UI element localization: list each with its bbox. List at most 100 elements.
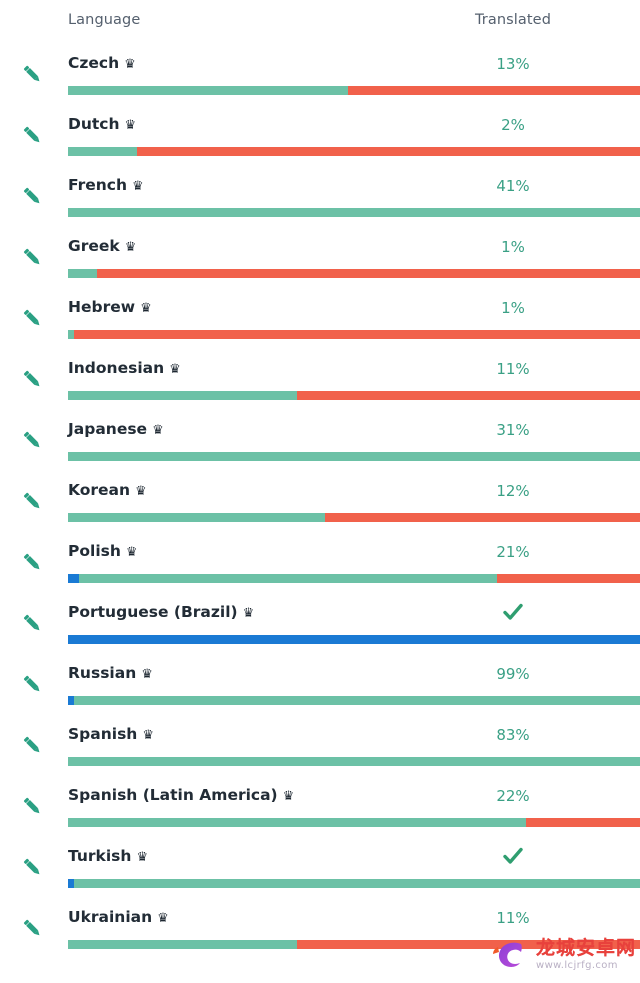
translated-percent: 11% <box>496 360 530 378</box>
language-label: Greek <box>68 237 120 255</box>
edit-button[interactable] <box>12 420 52 460</box>
edit-button[interactable] <box>12 542 52 582</box>
table-row: Korean ♛ 12% <box>0 471 640 532</box>
crown-icon: ♛ <box>242 605 255 621</box>
complete-status <box>412 599 614 629</box>
column-header-language: Language <box>68 12 141 28</box>
progress-segment-untranslated <box>348 86 640 95</box>
edit-button[interactable] <box>12 664 52 704</box>
crown-icon: ♛ <box>124 117 137 133</box>
progress-bar <box>68 757 640 766</box>
progress-bar <box>68 208 640 217</box>
progress-segment-untranslated <box>496 574 640 583</box>
progress-bar <box>68 513 640 522</box>
table-row: Spanish ♛ 83% <box>0 715 640 776</box>
table-row: Russian ♛ 99% <box>0 654 640 715</box>
language-name: Korean ♛ <box>68 481 147 499</box>
crown-icon: ♛ <box>282 788 295 804</box>
translated-percent: 12% <box>496 482 530 500</box>
language-name: Russian ♛ <box>68 664 153 682</box>
complete-status <box>412 843 614 873</box>
table-row: Indonesian ♛ 11% <box>0 349 640 410</box>
table-row: French ♛ 41% <box>0 166 640 227</box>
edit-button[interactable] <box>12 298 52 338</box>
progress-segment-translated <box>73 879 640 888</box>
check-icon <box>503 603 523 620</box>
pencil-icon <box>23 431 40 448</box>
translated-percent: 13% <box>496 55 530 73</box>
progress-bar <box>68 269 640 278</box>
table-row: Japanese ♛ 31% <box>0 410 640 471</box>
translated-percent: 2% <box>501 116 525 134</box>
progress-segment-translated <box>68 513 326 522</box>
edit-button[interactable] <box>12 603 52 643</box>
edit-button[interactable] <box>12 115 52 155</box>
language-name: Polish ♛ <box>68 542 138 560</box>
pencil-icon <box>23 126 40 143</box>
edit-button[interactable] <box>12 54 52 94</box>
pencil-icon <box>23 492 40 509</box>
progress-segment-untranslated <box>73 330 640 339</box>
progress-segment-untranslated <box>325 513 640 522</box>
table-header-row: Language Translated <box>0 0 640 44</box>
pencil-icon <box>23 187 40 204</box>
edit-button[interactable] <box>12 359 52 399</box>
edit-button[interactable] <box>12 908 52 948</box>
progress-bar <box>68 879 640 888</box>
translated-percent: 41% <box>496 177 530 195</box>
progress-segment-approved <box>68 635 640 644</box>
progress-bar <box>68 940 640 949</box>
language-name: Spanish ♛ <box>68 725 154 743</box>
language-label: Spanish <box>68 725 138 743</box>
crown-icon: ♛ <box>124 56 136 72</box>
progress-bar <box>68 147 640 156</box>
column-header-translated: Translated <box>474 12 552 28</box>
progress-segment-untranslated <box>96 269 640 278</box>
edit-button[interactable] <box>12 481 52 521</box>
crown-icon: ♛ <box>169 361 181 377</box>
progress-bar <box>68 86 640 95</box>
language-label: French <box>68 176 128 194</box>
language-name: Portuguese (Brazil) ♛ <box>68 603 254 621</box>
progress-segment-translated <box>68 757 640 766</box>
pencil-icon <box>23 858 40 875</box>
translated-percent: 31% <box>496 421 530 439</box>
progress-segment-translated <box>68 147 137 156</box>
pencil-icon <box>23 919 40 936</box>
translated-percent: 11% <box>496 909 530 927</box>
pencil-icon <box>23 248 40 265</box>
pencil-icon <box>23 309 40 326</box>
translated-percent: 22% <box>496 787 530 805</box>
progress-bar <box>68 574 640 583</box>
crown-icon: ♛ <box>132 178 144 194</box>
crown-icon: ♛ <box>157 910 169 926</box>
progress-segment-translated <box>68 86 349 95</box>
language-name: French ♛ <box>68 176 144 194</box>
language-name: Dutch ♛ <box>68 115 136 133</box>
progress-bar <box>68 818 640 827</box>
table-row: Portuguese (Brazil) ♛ <box>0 593 640 654</box>
progress-segment-translated <box>68 452 640 461</box>
crown-icon: ♛ <box>142 727 154 743</box>
edit-button[interactable] <box>12 237 52 277</box>
edit-button[interactable] <box>12 847 52 887</box>
pencil-icon <box>23 553 40 570</box>
translated-percent: 99% <box>496 665 530 683</box>
pencil-icon <box>23 370 40 387</box>
language-name: Hebrew ♛ <box>68 298 152 316</box>
table-row: Ukrainian ♛ 11% <box>0 898 640 959</box>
crown-icon: ♛ <box>135 483 147 499</box>
language-name: Indonesian ♛ <box>68 359 181 377</box>
crown-icon: ♛ <box>125 544 138 560</box>
edit-button[interactable] <box>12 176 52 216</box>
crown-icon: ♛ <box>152 422 164 438</box>
edit-button[interactable] <box>12 786 52 826</box>
progress-bar <box>68 452 640 461</box>
table-body: Czech ♛ 13% Dutch ♛ 2% French ♛ 41% Greek ♛ 1% Hebre… <box>0 44 640 959</box>
pencil-icon <box>23 797 40 814</box>
edit-button[interactable] <box>12 725 52 765</box>
language-name: Greek ♛ <box>68 237 136 255</box>
language-label: Portuguese (Brazil) <box>68 603 238 621</box>
progress-segment-untranslated <box>525 818 640 827</box>
language-label: Hebrew <box>68 298 136 316</box>
